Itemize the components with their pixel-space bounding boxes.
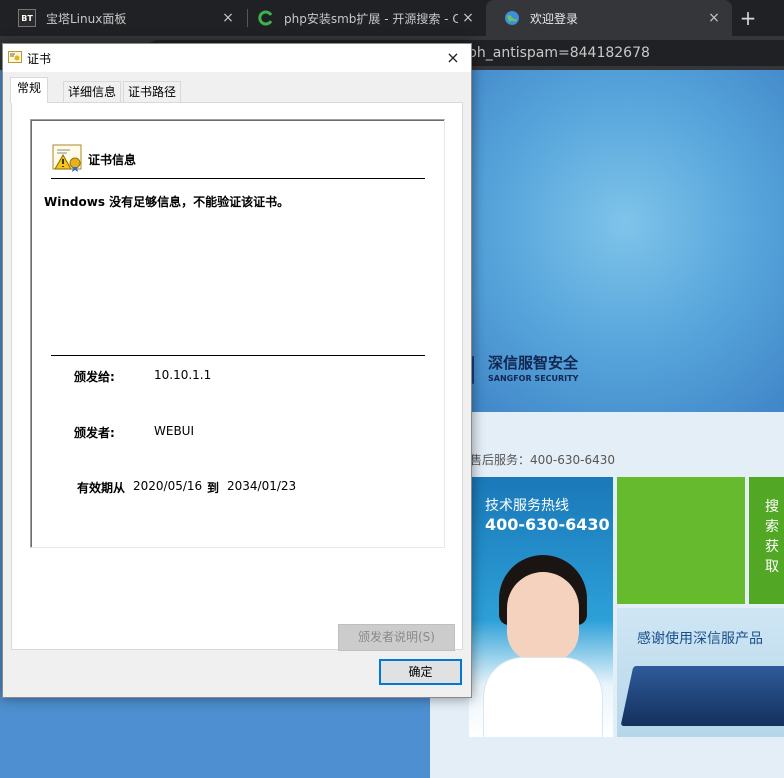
issued-to-value: 10.10.1.1	[154, 368, 212, 382]
tab-baota-panel[interactable]: BT 宝塔Linux面板 ×	[0, 0, 246, 36]
verification-warning: Windows 没有足够信息，不能验证该证书。	[44, 195, 290, 209]
agent-body	[483, 657, 603, 737]
divider	[51, 178, 425, 179]
tab-title: 欢迎登录	[530, 11, 579, 26]
divider	[51, 355, 425, 356]
certificate-icon	[8, 51, 22, 63]
close-icon[interactable]: ×	[704, 10, 724, 26]
tab-general[interactable]: 常规	[10, 77, 49, 103]
browser-tab-bar: BT 宝塔Linux面板 × php安装smb扩展 - 开源搜索 - C × 欢…	[0, 0, 784, 36]
close-icon[interactable]: ×	[443, 48, 463, 68]
hotline-title: 技术服务热线	[485, 498, 569, 514]
valid-from-label: 有效期从	[77, 481, 126, 495]
close-icon[interactable]: ×	[458, 10, 478, 26]
certificate-info-box: 证书信息 Windows 没有足够信息，不能验证该证书。 颁发给: 10.10.…	[30, 119, 445, 548]
certificate-warning-icon	[52, 144, 82, 172]
ok-button[interactable]: 确定	[379, 659, 462, 685]
tab-details[interactable]: 详细信息	[63, 81, 122, 102]
issuer-statement-button[interactable]: 颁发者说明(S)	[338, 624, 455, 651]
issued-by-value: WEBUI	[154, 424, 195, 438]
sangfor-mark-icon	[470, 356, 484, 384]
general-panel: 证书信息 Windows 没有足够信息，不能验证该证书。 颁发给: 10.10.…	[11, 102, 463, 651]
issued-to-label: 颁发给:	[74, 370, 115, 384]
globe-icon	[504, 10, 520, 26]
hotline-number: 400-630-6430	[485, 515, 610, 534]
appliance-image	[620, 666, 784, 726]
valid-to-label: 到	[207, 481, 220, 495]
agent-face	[507, 572, 579, 662]
valid-to-value: 2034/01/23	[227, 479, 297, 493]
tab-title: 宝塔Linux面板	[46, 11, 127, 26]
thanks-text: 感谢使用深信服产品	[637, 631, 763, 647]
issued-by-label: 颁发者:	[74, 426, 115, 440]
bt-logo-icon: BT	[18, 9, 36, 27]
valid-from-value: 2020/05/16	[133, 479, 203, 493]
search-tile[interactable]: 搜索获取	[749, 477, 784, 604]
search-tile-text: 搜索获取	[765, 499, 779, 575]
tab-welcome-login[interactable]: 欢迎登录 ×	[486, 0, 732, 36]
green-tile[interactable]	[617, 477, 745, 604]
dialog-title-bar[interactable]: 证书 ×	[3, 44, 471, 72]
brand-name-cn: 深信服智安全	[488, 354, 579, 372]
brand-name-en: SANGFOR SECURITY	[488, 374, 579, 383]
hotline-tile[interactable]: 技术服务热线 400-630-6430	[469, 477, 613, 737]
close-icon[interactable]: ×	[218, 10, 238, 26]
thanks-tile[interactable]: 感谢使用深信服产品	[617, 608, 784, 737]
refresh-green-icon	[258, 10, 274, 26]
new-tab-button[interactable]: +	[738, 6, 758, 30]
tab-certification-path[interactable]: 证书路径	[123, 81, 182, 102]
tab-title: php安装smb扩展 - 开源搜索 - C	[284, 11, 458, 26]
certificate-info-heading: 证书信息	[88, 153, 137, 167]
certificate-dialog: 证书 × 常规 详细信息 证书路径 证书信息 Windows 没有足够信息，不能…	[2, 43, 472, 698]
dialog-title: 证书	[27, 52, 52, 66]
service-hotline-text: 售后服务：400-630-6430	[470, 453, 616, 467]
tab-php-smb-search[interactable]: php安装smb扩展 - 开源搜索 - C ×	[240, 0, 486, 36]
